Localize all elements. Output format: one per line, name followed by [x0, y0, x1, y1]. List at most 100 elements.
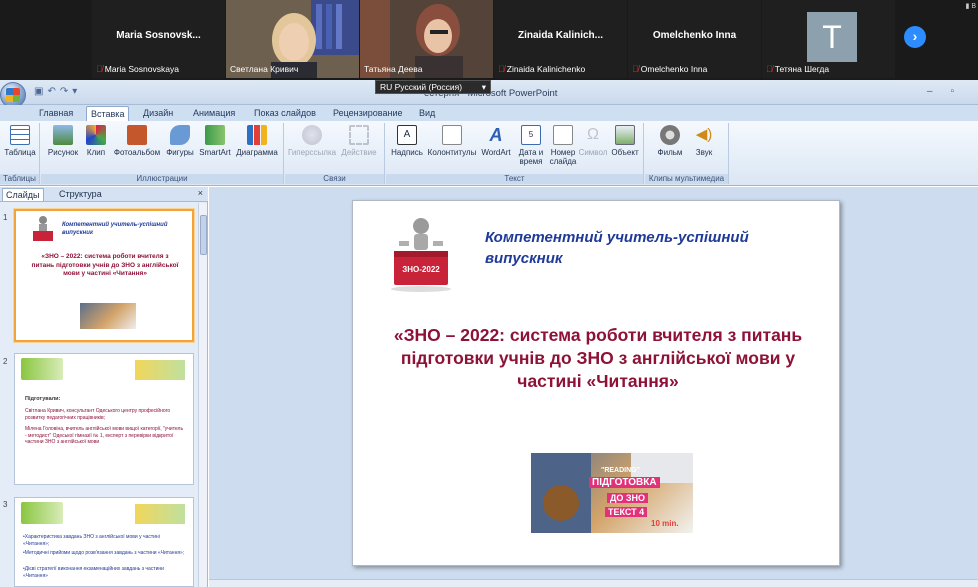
slide-number-button[interactable]: Номер слайда	[546, 125, 580, 166]
window-controls[interactable]: –▫	[927, 86, 972, 97]
object-button[interactable]: Объект	[608, 125, 642, 157]
quick-access-toolbar[interactable]: ▣↶↷▾	[34, 86, 81, 97]
image-text: "READING"	[601, 467, 640, 474]
participant-tile[interactable]: Zinaida Kalinich... 🎙̸ Zinaida Kalinichen…	[494, 0, 627, 78]
tab-outline[interactable]: Структура	[56, 188, 105, 200]
textbox-button[interactable]: A Надпись	[388, 125, 426, 157]
table-icon	[10, 125, 30, 145]
image-badge: 10 min.	[651, 519, 679, 528]
calendar-icon: 5	[521, 125, 541, 145]
slide-image: "READING" ПІДГОТОВКА ДО ЗНО ТЕКСТ 4 10 m…	[531, 453, 693, 533]
tab-view[interactable]: Вид	[415, 106, 439, 121]
avatar: T	[807, 12, 857, 62]
header-footer-icon	[442, 125, 462, 145]
action-icon	[349, 125, 369, 145]
current-slide[interactable]: ЗНО-2022 Компетентний учитель-успішний в…	[352, 200, 840, 566]
slide-thumbnail[interactable]: Компетентний учитель-успішний випускник …	[14, 209, 194, 342]
slide-subtitle: Компетентний учитель-успішний випускник	[485, 229, 749, 267]
thumb-text: •Характеристика завдань ЗНО з англійсько…	[23, 534, 160, 547]
pane-scrollbar[interactable]	[198, 203, 207, 587]
tab-slideshow[interactable]: Показ слайдов	[250, 106, 320, 121]
tab-insert[interactable]: Вставка	[86, 106, 130, 121]
group-label: Таблицы	[0, 174, 39, 184]
zno-logo-icon	[391, 218, 451, 292]
maximize-icon[interactable]: ▫	[950, 86, 972, 97]
group-label: Текст	[386, 174, 643, 184]
thumb-text: Мілена Головіна, вчитель англійської мов…	[25, 426, 184, 445]
group-label: Иллюстрации	[41, 174, 283, 184]
redo-icon[interactable]: ↷	[60, 86, 72, 97]
slide-thumbnail[interactable]: •Характеристика завдань ЗНО з англійсько…	[14, 497, 194, 587]
slide-thumbnail[interactable]: Підготували: Світлана Кривич, консультан…	[14, 353, 194, 485]
wordart-button[interactable]: A WordArt	[478, 125, 514, 157]
photoalbum-icon	[127, 125, 147, 145]
close-icon[interactable]: ×	[198, 188, 203, 198]
image-text: ДО ЗНО	[607, 493, 649, 503]
participant-tile[interactable]: Maria Sosnovsk... 🎙̸ Maria Sosnovskaya	[92, 0, 225, 78]
hyperlink-button[interactable]: Гиперссылка	[287, 125, 337, 157]
minimize-icon[interactable]: –	[927, 86, 951, 97]
picture-button[interactable]: Рисунок	[45, 125, 81, 157]
save-icon[interactable]: ▣	[34, 86, 47, 97]
slide-number: 1	[3, 213, 8, 222]
group-label: Связи	[285, 174, 384, 184]
participant-label: Тетяна Шегда	[774, 64, 830, 74]
language-indicator[interactable]: RU Русский (Россия) ▾	[375, 80, 491, 94]
chart-button[interactable]: Диаграмма	[233, 125, 281, 157]
muted-mic-icon: 🎙̸	[766, 64, 773, 74]
participant-label: Татьяна Деева	[364, 64, 423, 74]
participant-name: Maria Sosnovsk...	[116, 30, 201, 41]
symbol-button[interactable]: Ω Символ	[578, 125, 608, 157]
participant-video-tile[interactable]: Светлана Кривич	[226, 0, 359, 78]
tab-review[interactable]: Рецензирование	[329, 106, 407, 121]
tab-design[interactable]: Дизайн	[139, 106, 177, 121]
chevron-right-icon[interactable]: ›	[904, 26, 926, 48]
action-button[interactable]: Действие	[337, 125, 381, 157]
tab-animation[interactable]: Анимация	[189, 106, 239, 121]
tab-home[interactable]: Главная	[35, 106, 77, 121]
image-text: ПІДГОТОВКА	[589, 477, 660, 488]
movie-button[interactable]: Фильм	[653, 125, 687, 157]
ribbon: Таблица Таблицы Рисунок Клип Фотоальбом …	[0, 121, 978, 186]
shapes-icon	[170, 125, 190, 145]
group-media: Фильм ◀) Звук Клипы мультимедиа	[645, 123, 729, 184]
slide-number: 3	[3, 500, 8, 509]
pane-tabs: Слайды Структура ×	[0, 187, 208, 202]
datetime-button[interactable]: 5 Дата и время	[514, 125, 548, 166]
smartart-icon	[205, 125, 225, 145]
logo-label: ЗНО-2022	[402, 265, 440, 274]
header-footer-button[interactable]: Колонтитулы	[426, 125, 478, 157]
undo-icon[interactable]: ↶	[47, 86, 59, 97]
muted-mic-icon: 🎙̸	[632, 64, 639, 74]
participant-tile[interactable]: T 🎙̸ Тетяна Шегда	[762, 0, 895, 78]
view-icon[interactable]: ▮ B	[966, 2, 976, 10]
thumb-text: •Дієві стратегії виконання екзаменаційни…	[23, 566, 164, 579]
table-button[interactable]: Таблица	[3, 125, 37, 157]
participant-video-tile[interactable]: Татьяна Деева	[360, 0, 493, 78]
slide-main-text: «ЗНО – 2022: система роботи вчителя з пи…	[393, 325, 803, 391]
zno-badge-icon	[21, 358, 63, 380]
participant-name: Omelchenko Inna	[652, 30, 737, 41]
slide-number: 2	[3, 357, 8, 366]
clipart-icon	[86, 125, 106, 145]
participant-label: Zinaida Kalinichenko	[506, 64, 586, 74]
shapes-button[interactable]: Фигуры	[163, 125, 197, 157]
zno-logo-icon	[33, 216, 53, 241]
image-text: ТЕКСТ 4	[605, 507, 648, 517]
customize-icon[interactable]: ▾	[72, 86, 81, 97]
sound-button[interactable]: ◀) Звук	[689, 125, 719, 157]
photoalbum-button[interactable]: Фотоальбом	[111, 125, 163, 157]
slide-number-icon	[553, 125, 573, 145]
ribbon-tabs: Главная Вставка Дизайн Анимация Показ сл…	[0, 105, 978, 121]
zno-badge-icon	[21, 502, 63, 524]
participant-tile[interactable]: Omelchenko Inna 🎙̸ Omelchenko Inna	[628, 0, 761, 78]
horizontal-scrollbar[interactable]	[209, 579, 978, 587]
clip-button[interactable]: Клип	[83, 125, 109, 157]
picture-icon	[53, 125, 73, 145]
smartart-button[interactable]: SmartArt	[197, 125, 233, 157]
scroll-thumb[interactable]	[200, 215, 207, 255]
group-illustrations: Рисунок Клип Фотоальбом Фигуры SmartArt …	[41, 123, 284, 184]
film-reel-icon	[660, 125, 680, 145]
thumb-text: Світлана Кривич, консультант Одеського ц…	[25, 408, 171, 421]
tab-slides[interactable]: Слайды	[2, 188, 44, 201]
